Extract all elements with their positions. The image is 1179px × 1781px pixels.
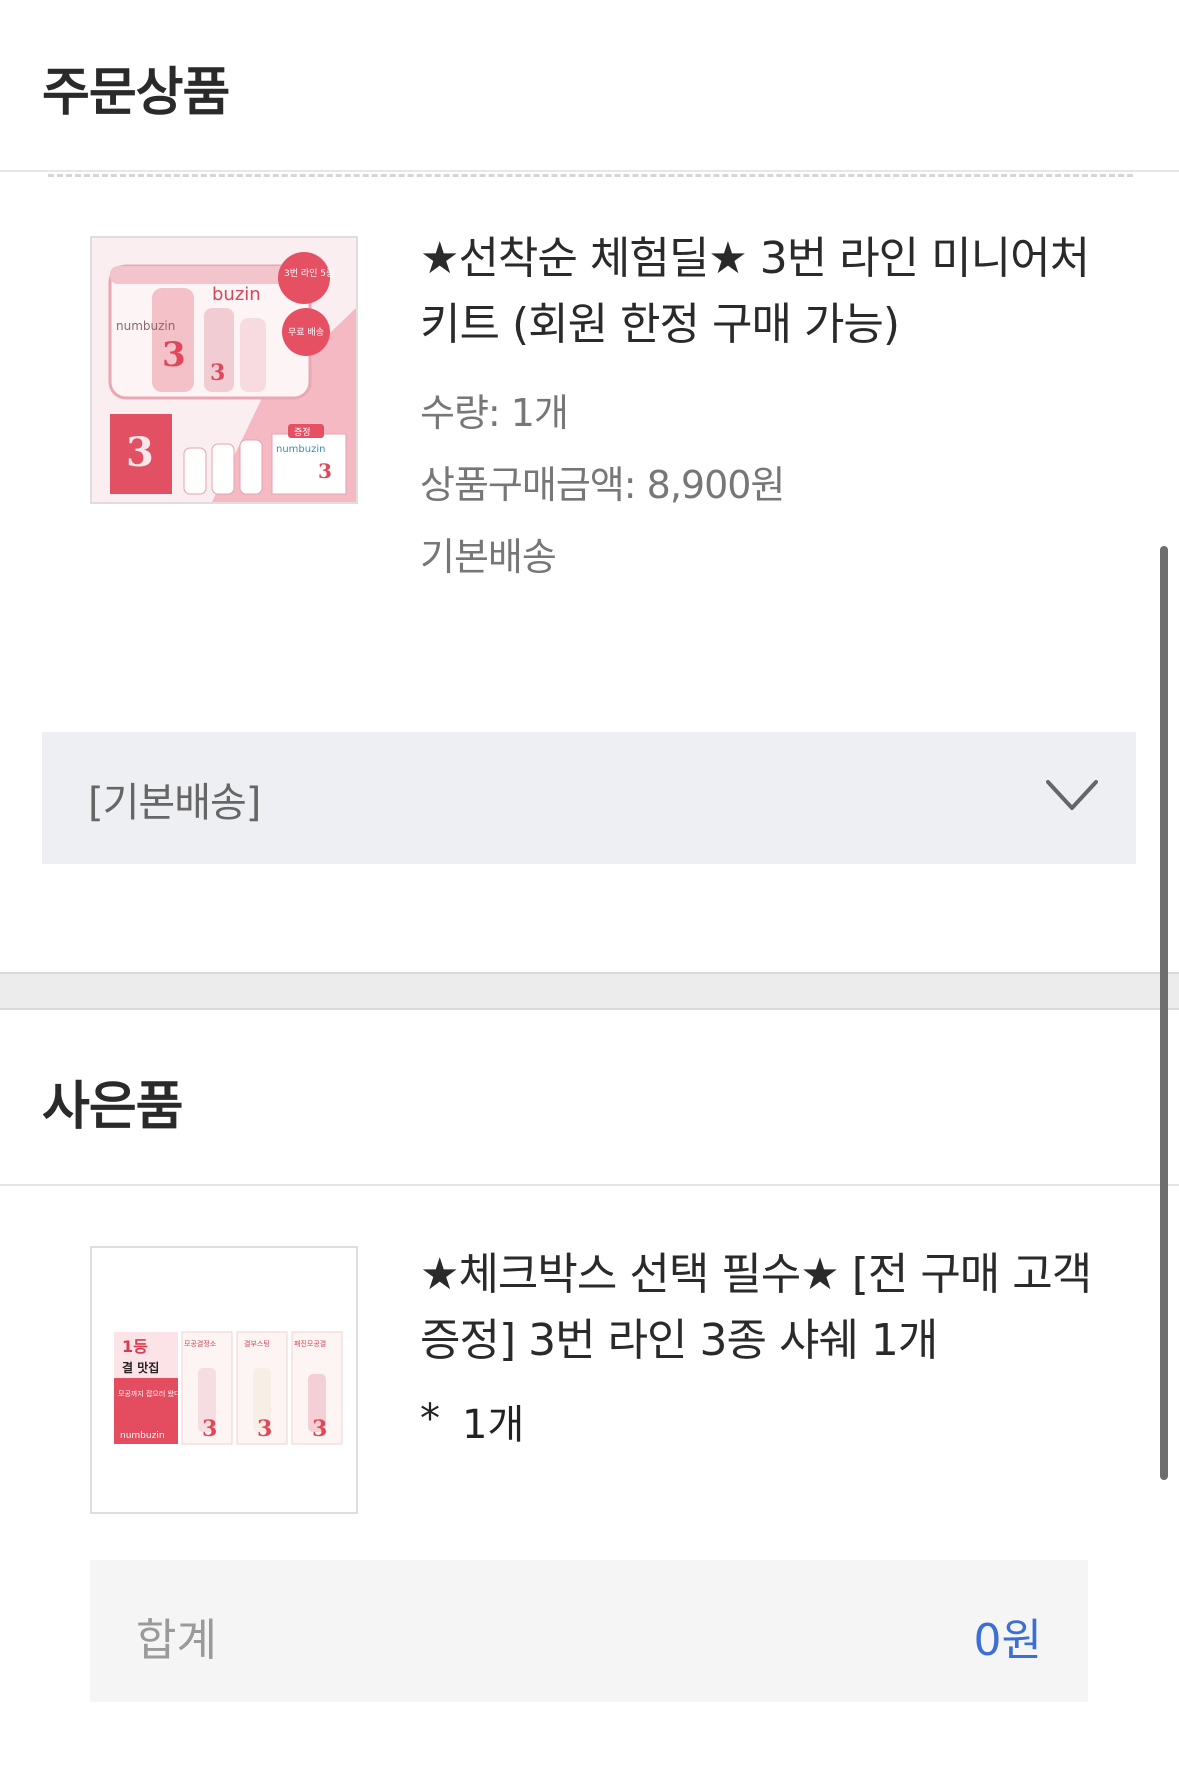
product-price: 상품구매금액: 8,900원 (420, 463, 785, 507)
order-section-title: 주문상품 (42, 63, 230, 123)
svg-text:3: 3 (162, 335, 186, 375)
gift-thumbnail[interactable]: 1등 결 맛집 모공까지 잡으러 왔다! numbuzin 모공결정소 결부스팅… (90, 1246, 358, 1514)
kit-brand-top: buzin (212, 284, 261, 305)
gift-rank-sub: 결 맛집 (122, 1360, 159, 1375)
kit-gift-brand: numbuzin (276, 444, 325, 455)
svg-text:3: 3 (202, 1416, 217, 1442)
gift-header-divider (0, 1184, 1179, 1186)
shipping-select[interactable]: [기본배송] (42, 732, 1136, 864)
sachet-1-label: 모공결정소 (184, 1339, 217, 1348)
gift-rank: 1등 (122, 1337, 148, 1356)
gift-bullet: * (420, 1396, 440, 1442)
header-divider (0, 170, 1179, 172)
gift-section-title: 사은품 (42, 1077, 184, 1137)
gift-name[interactable]: ★체크박스 선택 필수★ [전 구매 고객 증정] 3번 라인 3종 샤쉐 1개 (420, 1242, 1100, 1374)
gift-total-box: 합계 0원 (90, 1560, 1088, 1702)
gift-image-sachets: 1등 결 맛집 모공까지 잡으러 왔다! numbuzin 모공결정소 결부스팅… (92, 1248, 356, 1512)
kit-badge-free: 무료 배송 (288, 327, 324, 338)
product-name[interactable]: ★선착순 체험딜★ 3번 라인 미니어처 키트 (회원 한정 구매 가능) (420, 226, 1100, 358)
kit-gift-tag: 증정 (294, 427, 311, 438)
scrollbar[interactable] (1160, 546, 1168, 1480)
sachet-2-label: 결부스팅 (244, 1339, 270, 1348)
svg-text:3: 3 (126, 429, 154, 476)
product-quantity: 수량: 1개 (420, 391, 569, 435)
svg-text:3: 3 (318, 459, 332, 483)
total-value: 0원 (973, 1615, 1042, 1666)
svg-text:3: 3 (312, 1416, 327, 1442)
section-separator (0, 972, 1179, 1010)
chevron-down-icon (1046, 780, 1098, 810)
order-page: 주문상품 3 3 buzin numbuzin 3번 라인 5종 무료 배송 3 (0, 0, 1179, 1781)
total-label: 합계 (136, 1615, 217, 1666)
dashed-divider (48, 174, 1133, 177)
shipping-select-value: [기본배송] (88, 780, 261, 826)
kit-badge-line: 3번 라인 5종 (284, 268, 334, 279)
gift-quantity: 1개 (462, 1402, 525, 1448)
gift-promo: 모공까지 잡으러 왔다! (118, 1389, 183, 1398)
product-thumbnail[interactable]: 3 3 buzin numbuzin 3번 라인 5종 무료 배송 3 증정 n… (90, 236, 358, 504)
svg-text:3: 3 (210, 360, 225, 386)
gift-brand: numbuzin (120, 1431, 165, 1441)
svg-text:3: 3 (257, 1416, 272, 1442)
sachet-3-label: 패진모공결 (294, 1339, 326, 1348)
product-shipping-type: 기본배송 (420, 535, 557, 579)
kit-brand-line: numbuzin (116, 319, 175, 333)
product-image-kit: 3 3 buzin numbuzin 3번 라인 5종 무료 배송 3 증정 n… (92, 238, 356, 502)
